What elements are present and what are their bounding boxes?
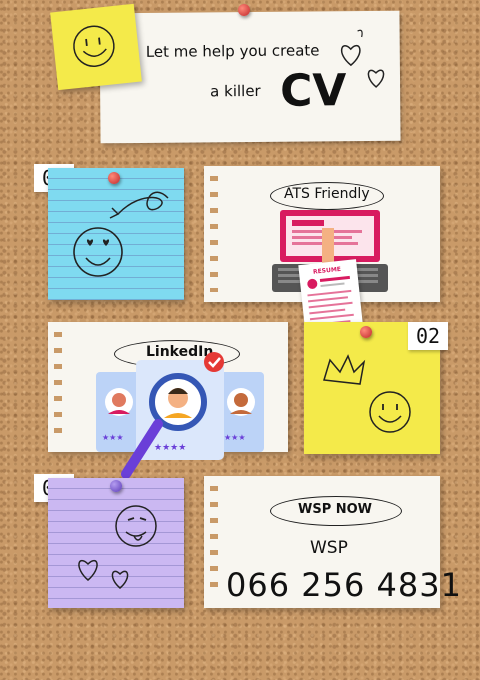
svg-text:★★★★: ★★★★ bbox=[154, 443, 186, 453]
blue-sticky-note bbox=[48, 168, 184, 300]
header-note: Let me help you create a killer CV bbox=[99, 10, 401, 144]
hearts-doodle-icon bbox=[341, 29, 385, 88]
pushpin-icon bbox=[110, 480, 122, 492]
pushpin-icon bbox=[238, 4, 250, 16]
lilac-sticky-note bbox=[48, 478, 184, 608]
ats-label: ATS Friendly bbox=[284, 186, 370, 202]
profile-search-icon: ★★★ ★★★ ★★★★ bbox=[96, 352, 264, 479]
tongue-smiley-and-hearts-icon bbox=[78, 505, 157, 589]
svg-text:★★★: ★★★ bbox=[224, 433, 246, 442]
pushpin-icon bbox=[360, 326, 372, 338]
header-line-1: Let me help you create bbox=[145, 41, 320, 61]
svg-text:★★★: ★★★ bbox=[102, 433, 124, 442]
pushpin-icon bbox=[108, 172, 120, 184]
step-number-02: 02 bbox=[408, 322, 449, 350]
phone-number[interactable]: 066 256 4831 bbox=[226, 566, 462, 604]
header-line-2: a killer bbox=[210, 81, 261, 101]
wsp-now-label: WSP NOW bbox=[298, 502, 373, 517]
heart-eyes-smiley-icon bbox=[73, 191, 169, 277]
smiley-sticky-note bbox=[50, 3, 142, 91]
contact-label: WSP bbox=[310, 538, 348, 558]
smiley-face-icon bbox=[73, 25, 115, 67]
